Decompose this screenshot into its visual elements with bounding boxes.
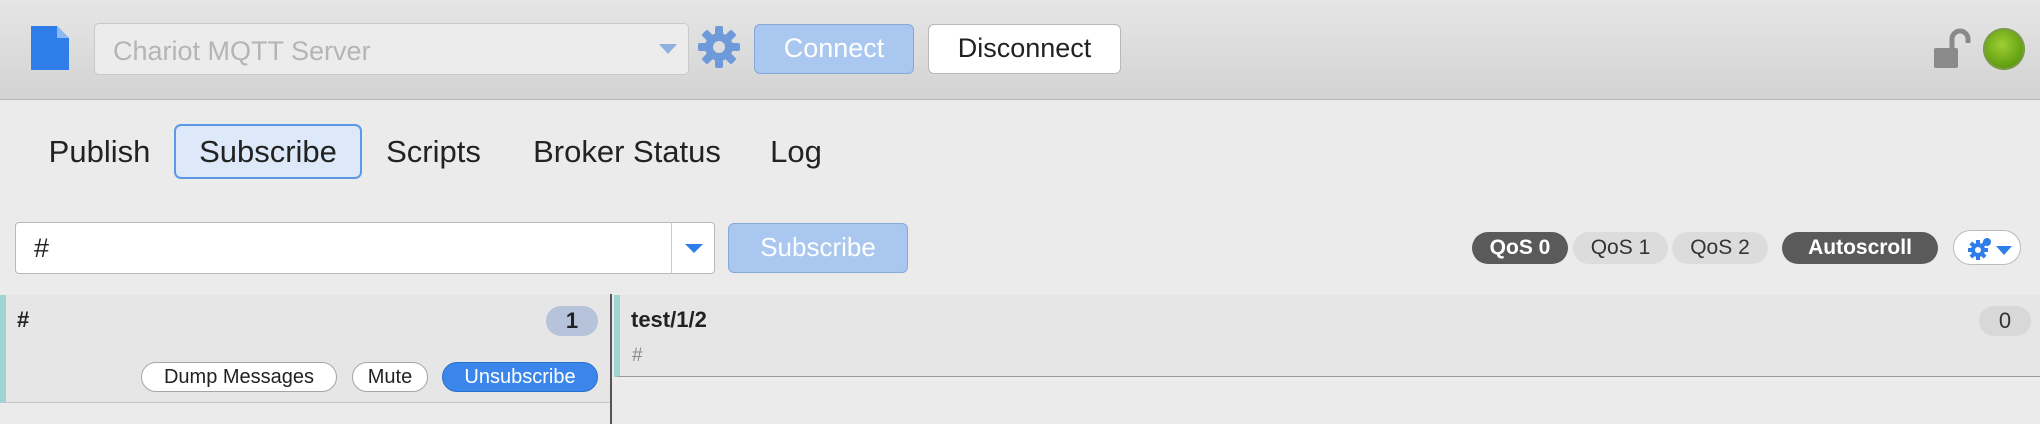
server-select-value: Chariot MQTT Server [113, 36, 371, 66]
dump-messages-button[interactable]: Dump Messages [141, 362, 337, 392]
tab-subscribe[interactable]: Subscribe [174, 124, 362, 179]
tab-log[interactable]: Log [762, 124, 830, 179]
topic-input[interactable] [16, 223, 671, 273]
connect-button[interactable]: Connect [754, 24, 914, 74]
topic-combobox[interactable] [15, 222, 715, 274]
unlocked-icon [1934, 28, 1971, 68]
chevron-down-icon[interactable] [658, 43, 678, 55]
qos-0-toggle[interactable]: QoS 0 [1472, 232, 1568, 264]
gear-icon[interactable] [697, 25, 741, 69]
disconnect-button[interactable]: Disconnect [928, 24, 1121, 74]
unsubscribe-button[interactable]: Unsubscribe [442, 362, 598, 392]
autoscroll-toggle[interactable]: Autoscroll [1782, 232, 1938, 264]
message-payload: # [632, 345, 643, 366]
qos-2-toggle[interactable]: QoS 2 [1672, 232, 1768, 264]
subscription-topic: # [17, 307, 30, 332]
chevron-down-icon [685, 244, 703, 253]
message-count-badge: 0 [1979, 306, 2031, 336]
settings-menu-button[interactable] [1953, 230, 2021, 265]
message-topic: test/1/2 [631, 307, 707, 332]
server-select[interactable]: Chariot MQTT Server [94, 23, 689, 75]
tab-scripts[interactable]: Scripts [376, 124, 491, 179]
document-icon[interactable] [29, 24, 71, 72]
tab-publish[interactable]: Publish [32, 124, 167, 179]
subscription-count-badge: 1 [546, 306, 598, 336]
connection-status-icon [1983, 28, 2025, 70]
tab-broker-status[interactable]: Broker Status [518, 124, 736, 179]
qos-1-toggle[interactable]: QoS 1 [1573, 232, 1668, 264]
topic-dropdown-button[interactable] [671, 222, 715, 274]
mute-button[interactable]: Mute [352, 362, 428, 392]
message-row[interactable] [614, 295, 2040, 377]
subscribe-button[interactable]: Subscribe [728, 223, 908, 273]
gears-icon [1968, 238, 2012, 260]
